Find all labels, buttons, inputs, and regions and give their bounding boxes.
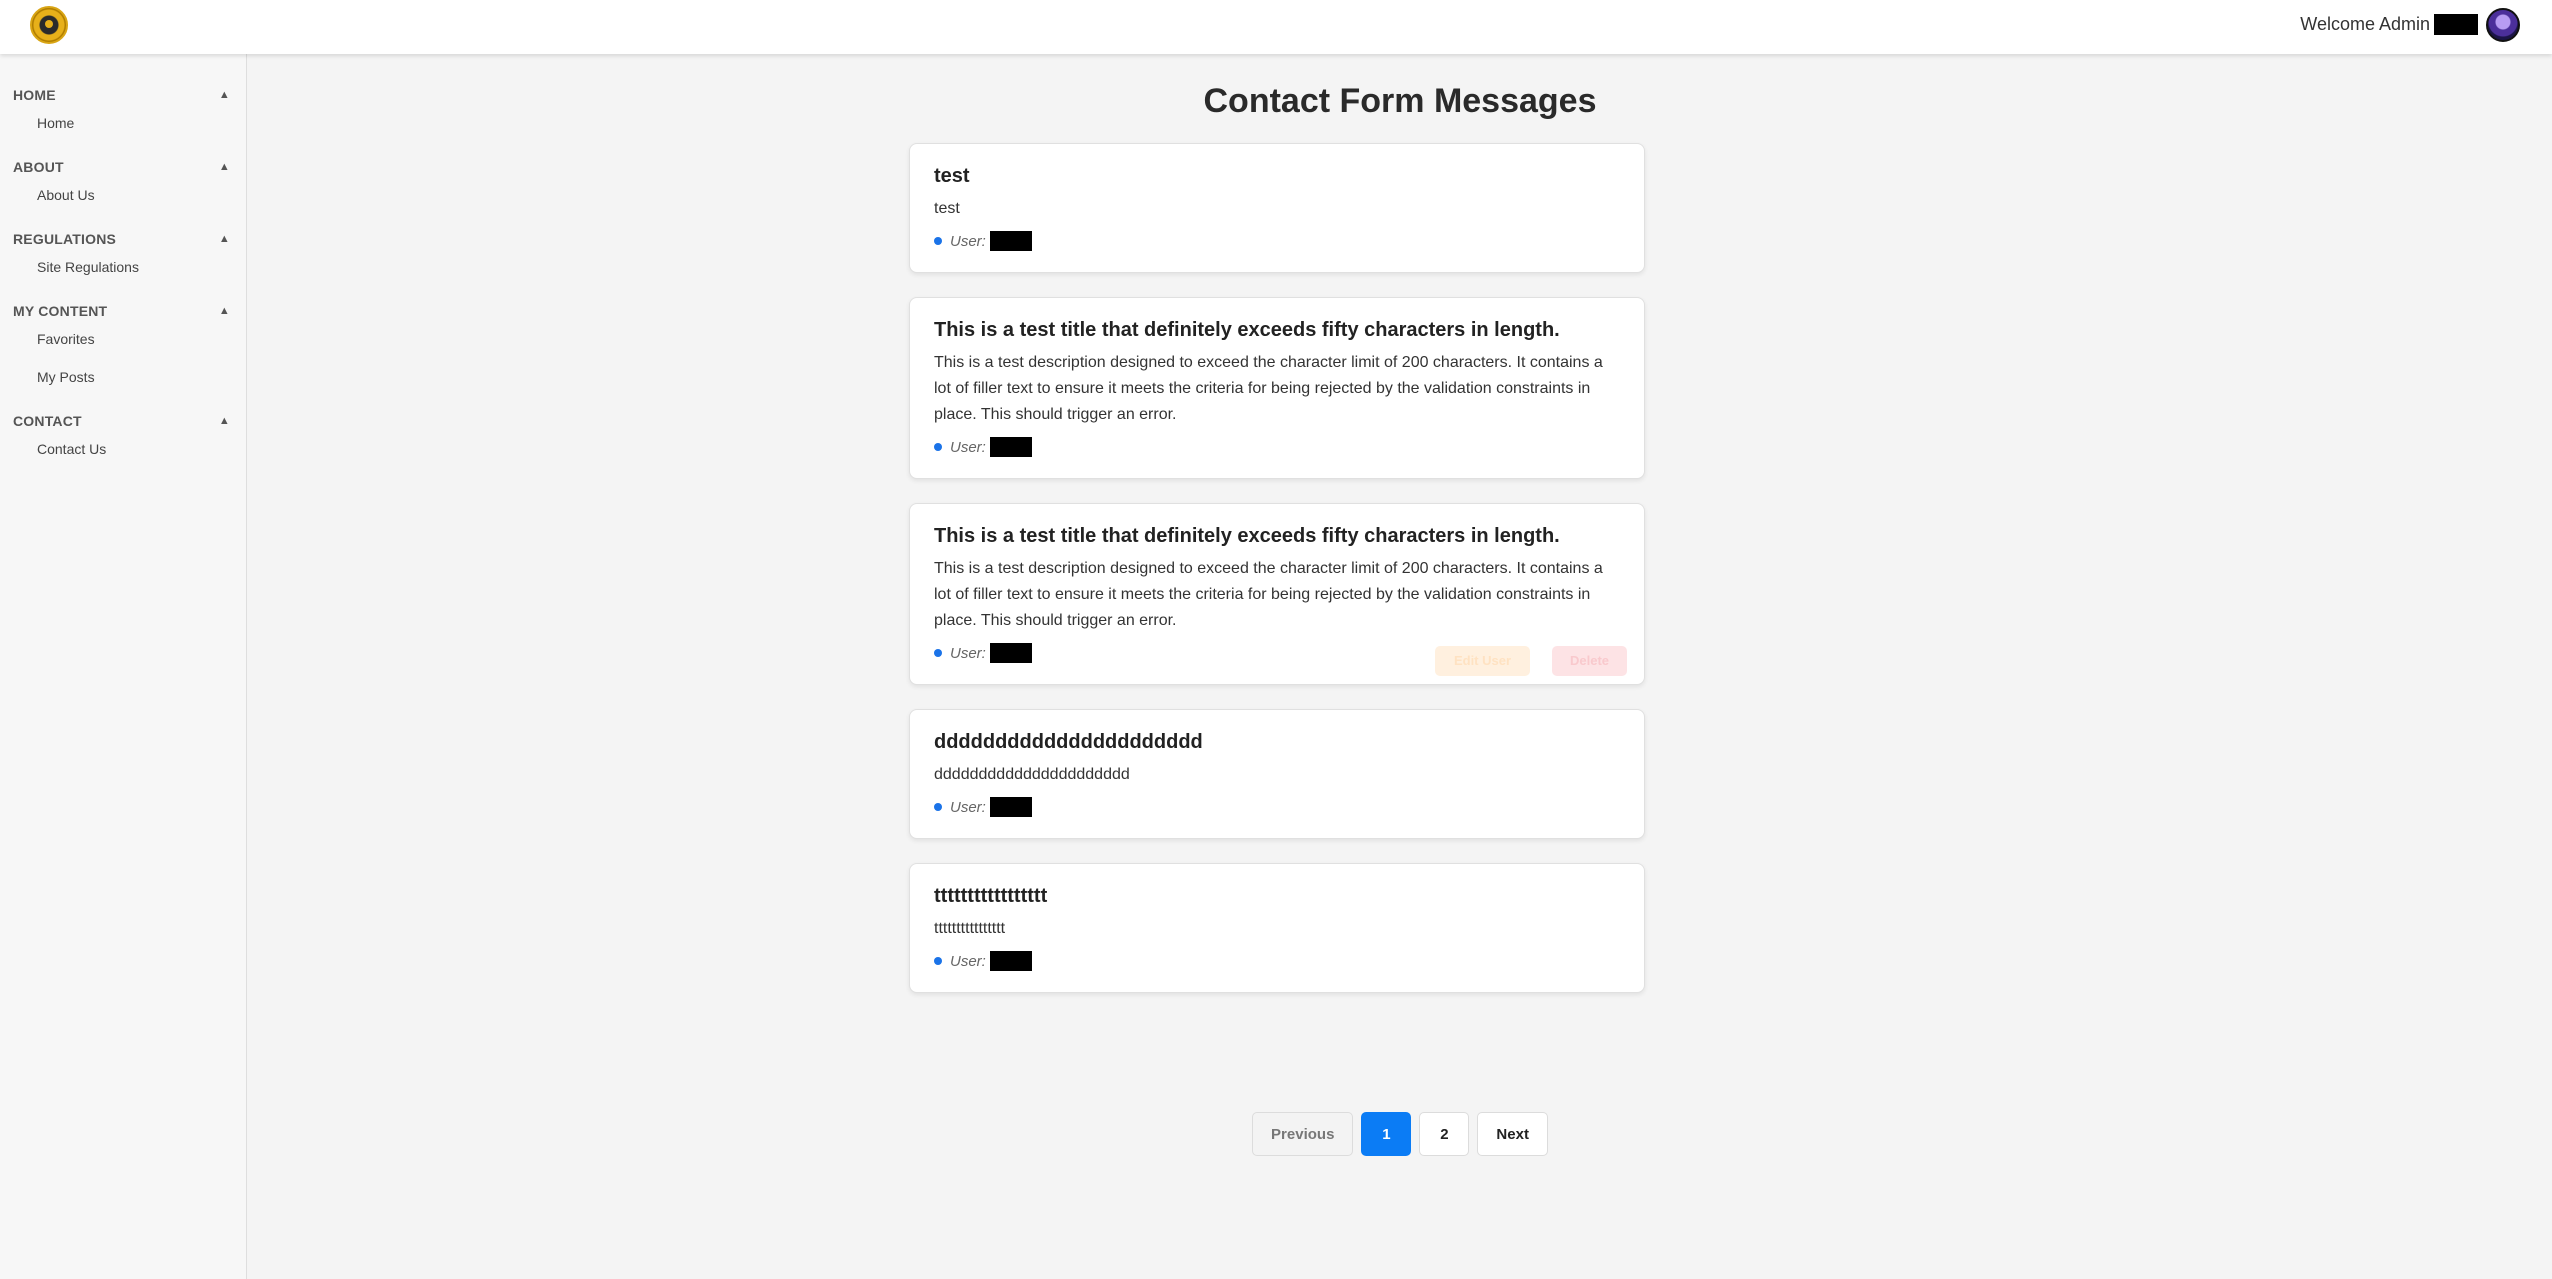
message-card: This is a test title that definitely exc… [909, 503, 1645, 685]
bullet-icon [934, 803, 942, 811]
sidebar-item-about-us[interactable]: About Us [0, 180, 246, 210]
message-card: ttttttttttttttttt tttttttttttttttt User: [909, 863, 1645, 993]
message-card: dddddddddddddddddddddd ddddddddddddddddd… [909, 709, 1645, 839]
bullet-icon [934, 957, 942, 965]
message-title: ttttttttttttttttt [934, 885, 1048, 907]
sidebar-section-contact: CONTACT ▲ Contact Us [0, 408, 246, 464]
redacted-user [989, 437, 1032, 457]
user-label: User: [950, 438, 986, 456]
sidebar-item-home[interactable]: Home [0, 108, 246, 138]
message-description: dddddddddddddddddddddd [934, 766, 1130, 783]
message-title: This is a test title that definitely exc… [934, 525, 1560, 547]
user-label: User: [950, 798, 986, 816]
bullet-icon [934, 649, 942, 657]
sidebar-header-home[interactable]: HOME ▲ [0, 82, 246, 108]
redacted-user [989, 797, 1032, 817]
next-page-button[interactable]: Next [1477, 1112, 1548, 1156]
sidebar-section-my-content: MY CONTENT ▲ Favorites My Posts [0, 298, 246, 392]
collapse-arrow-icon: ▲ [218, 305, 230, 317]
collapse-arrow-icon: ▲ [218, 89, 230, 101]
collapse-arrow-icon: ▲ [218, 415, 230, 427]
redacted-username [2434, 14, 2478, 35]
redacted-user [989, 643, 1032, 663]
sidebar-header-label: HOME [13, 87, 56, 103]
message-description: This is a test description designed to e… [934, 354, 1603, 423]
sidebar-header-contact[interactable]: CONTACT ▲ [0, 408, 246, 434]
page-2-button[interactable]: 2 [1419, 1112, 1470, 1156]
user-label: User: [950, 232, 986, 250]
pagination: Previous 1 2 Next [248, 1112, 2552, 1156]
site-logo[interactable] [30, 6, 68, 44]
sidebar-item-favorites[interactable]: Favorites [0, 324, 246, 354]
redacted-user [989, 231, 1032, 251]
sidebar-header-regulations[interactable]: REGULATIONS ▲ [0, 226, 246, 252]
message-title: test [934, 165, 970, 187]
user-label: User: [950, 644, 986, 662]
card-actions: Edit User Delete [1435, 646, 1627, 676]
delete-button[interactable]: Delete [1552, 646, 1627, 676]
sidebar-header-my-content[interactable]: MY CONTENT ▲ [0, 298, 246, 324]
message-title: dddddddddddddddddddddd [934, 731, 1203, 753]
message-description: tttttttttttttttt [934, 920, 1006, 937]
sidebar-header-label: CONTACT [13, 413, 82, 429]
redacted-user [989, 951, 1032, 971]
message-title: This is a test title that definitely exc… [934, 319, 1560, 341]
message-list: test test User: This is a test title tha… [909, 143, 1645, 1017]
sidebar-item-my-posts[interactable]: My Posts [0, 362, 246, 392]
top-bar: Welcome Admin [0, 0, 2552, 54]
page-title: Contact Form Messages [1203, 82, 1597, 120]
sidebar-item-contact-us[interactable]: Contact Us [0, 434, 246, 464]
sidebar-header-label: ABOUT [13, 159, 64, 175]
welcome-text: Welcome Admin [2300, 14, 2430, 34]
message-card: test test User: [909, 143, 1645, 273]
sidebar-header-about[interactable]: ABOUT ▲ [0, 154, 246, 180]
user-label: User: [950, 952, 986, 970]
welcome-message: Welcome Admin [2300, 14, 2478, 35]
bullet-icon [934, 237, 942, 245]
message-description: This is a test description designed to e… [934, 560, 1603, 629]
sidebar-item-site-regulations[interactable]: Site Regulations [0, 252, 246, 282]
collapse-arrow-icon: ▲ [218, 233, 230, 245]
page-1-button[interactable]: 1 [1361, 1112, 1412, 1156]
message-user: User: [934, 436, 1620, 458]
bullet-icon [934, 443, 942, 451]
sidebar-header-label: REGULATIONS [13, 231, 117, 247]
sidebar-section-about: ABOUT ▲ About Us [0, 154, 246, 210]
collapse-arrow-icon: ▲ [218, 161, 230, 173]
sidebar-header-label: MY CONTENT [13, 303, 108, 319]
message-description: test [934, 200, 960, 217]
message-card: This is a test title that definitely exc… [909, 297, 1645, 479]
sidebar-section-home: HOME ▲ Home [0, 82, 246, 138]
avatar[interactable] [2486, 8, 2520, 42]
message-user: User: [934, 796, 1620, 818]
main-content: Contact Form Messages test test User: Th… [248, 54, 2552, 1279]
edit-user-button[interactable]: Edit User [1435, 646, 1530, 676]
message-user: User: [934, 950, 1620, 972]
previous-page-button[interactable]: Previous [1252, 1112, 1354, 1156]
sidebar: HOME ▲ Home ABOUT ▲ About Us REGULATIONS… [0, 54, 247, 1279]
message-user: User: [934, 230, 1620, 252]
sidebar-section-regulations: REGULATIONS ▲ Site Regulations [0, 226, 246, 282]
